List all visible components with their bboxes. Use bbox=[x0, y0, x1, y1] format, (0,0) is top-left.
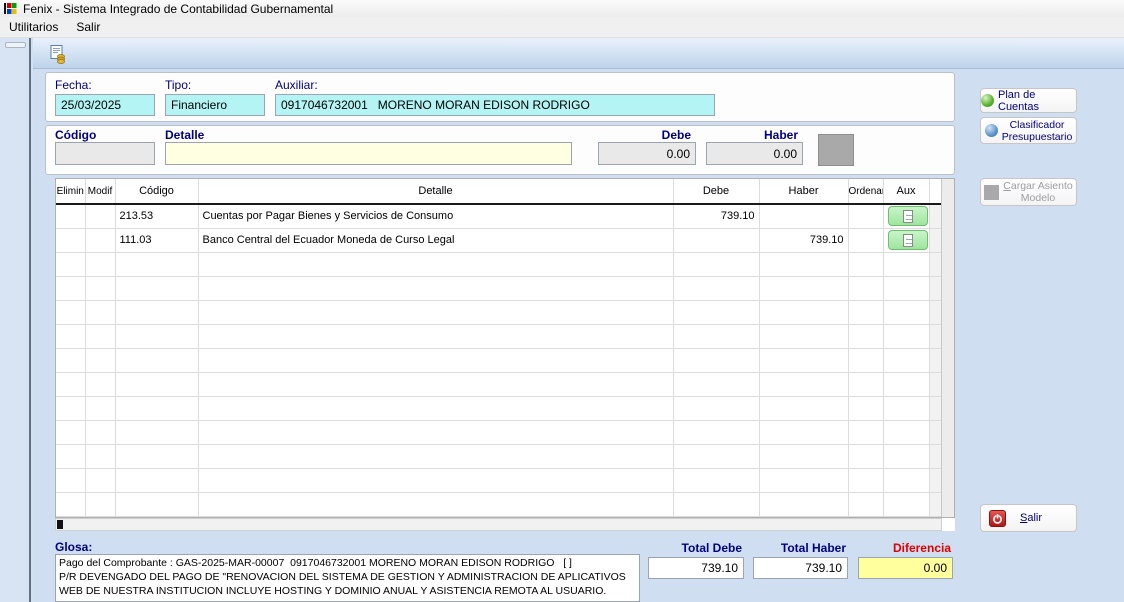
entries-table: EliminModifCódigoDetalleDebeHaberOrdenar… bbox=[56, 179, 943, 517]
column-header-5: Haber bbox=[759, 179, 848, 204]
empty-row[interactable] bbox=[56, 276, 942, 300]
detalle-input[interactable] bbox=[165, 142, 572, 165]
blue-sphere-icon bbox=[985, 124, 998, 137]
codigo-label: Código bbox=[55, 128, 96, 142]
glosa-label: Glosa: bbox=[55, 540, 92, 554]
menu-utilitarios[interactable]: Utilitarios bbox=[0, 18, 67, 36]
total-debe-label: Total Debe bbox=[648, 541, 742, 555]
haber-label: Haber bbox=[706, 128, 803, 142]
debe-input[interactable] bbox=[598, 142, 696, 165]
cargar-asiento-modelo-button[interactable]: Cargar Asiento Modelo bbox=[980, 178, 1077, 206]
horizontal-scrollbar[interactable] bbox=[55, 518, 942, 531]
diferencia-label: Diferencia bbox=[858, 541, 951, 555]
aux-button[interactable] bbox=[888, 206, 928, 226]
codigo-input[interactable] bbox=[55, 142, 155, 165]
gray-square-icon bbox=[984, 185, 999, 200]
salir-button[interactable]: Salir bbox=[980, 504, 1077, 532]
empty-row[interactable] bbox=[56, 324, 942, 348]
auxiliar-label: Auxiliar: bbox=[275, 78, 318, 92]
document-coins-icon bbox=[48, 44, 68, 64]
fecha-input[interactable] bbox=[55, 94, 155, 116]
empty-row[interactable] bbox=[56, 444, 942, 468]
clasificador-label-line2: Presupuestario bbox=[1002, 131, 1073, 143]
left-panel-strip bbox=[0, 38, 31, 602]
toolbar bbox=[33, 38, 1124, 69]
empty-row[interactable] bbox=[56, 468, 942, 492]
diferencia-input bbox=[858, 557, 953, 579]
total-haber-input bbox=[753, 557, 848, 579]
table-header-row: EliminModifCódigoDetalleDebeHaberOrdenar… bbox=[56, 179, 942, 204]
column-header-4: Debe bbox=[673, 179, 759, 204]
clasificador-presupuestario-button[interactable]: Clasificador Presupuestario bbox=[980, 117, 1077, 144]
column-header-0: Elimin bbox=[56, 179, 85, 204]
plan-de-cuentas-label: Plan de Cuentas bbox=[998, 89, 1076, 113]
fecha-label: Fecha: bbox=[55, 78, 92, 92]
column-header-6: Ordenar bbox=[848, 179, 883, 204]
window-title: Fenix - Sistema Integrado de Contabilida… bbox=[23, 2, 333, 16]
cargar-asiento-label-line2: Modelo bbox=[1021, 192, 1055, 204]
cargar-asiento-label-line1: Cargar Asiento bbox=[1003, 180, 1072, 192]
empty-row[interactable] bbox=[56, 420, 942, 444]
document-icon bbox=[903, 210, 913, 223]
empty-row[interactable] bbox=[56, 396, 942, 420]
empty-row[interactable] bbox=[56, 252, 942, 276]
panel-splitter-handle[interactable] bbox=[5, 42, 26, 48]
tipo-input[interactable] bbox=[165, 94, 265, 116]
empty-row[interactable] bbox=[56, 300, 942, 324]
column-header-3: Detalle bbox=[198, 179, 673, 204]
column-header-1: Modif bbox=[85, 179, 115, 204]
add-entry-button[interactable] bbox=[818, 134, 854, 166]
menu-bar: Utilitarios Salir bbox=[0, 17, 1124, 38]
glosa-textarea[interactable]: Pago del Comprobante : GAS-2025-MAR-0000… bbox=[55, 554, 640, 602]
entries-table-wrap: EliminModifCódigoDetalleDebeHaberOrdenar… bbox=[55, 178, 955, 518]
vertical-scrollbar[interactable] bbox=[941, 179, 954, 517]
table-body: 213.53Cuentas por Pagar Bienes y Servici… bbox=[56, 204, 942, 516]
document-icon bbox=[903, 234, 913, 247]
app-logo-icon bbox=[4, 2, 17, 15]
menu-salir[interactable]: Salir bbox=[67, 18, 109, 36]
debe-label: Debe bbox=[598, 128, 696, 142]
detalle-label: Detalle bbox=[165, 128, 204, 142]
horizontal-scrollbar-thumb[interactable] bbox=[57, 520, 63, 529]
new-voucher-button[interactable] bbox=[46, 42, 70, 66]
plan-de-cuentas-button[interactable]: Plan de Cuentas bbox=[980, 88, 1077, 113]
total-haber-label: Total Haber bbox=[753, 541, 846, 555]
app-window: Fenix - Sistema Integrado de Contabilida… bbox=[0, 0, 1124, 602]
column-header-7: Aux bbox=[883, 179, 929, 204]
aux-button[interactable] bbox=[888, 230, 928, 250]
green-sphere-icon bbox=[981, 94, 994, 107]
scrollbar-corner bbox=[942, 518, 955, 531]
entry-row[interactable]: 111.03Banco Central del Ecuador Moneda d… bbox=[56, 228, 942, 252]
empty-row[interactable] bbox=[56, 492, 942, 516]
haber-input[interactable] bbox=[706, 142, 803, 165]
empty-row[interactable] bbox=[56, 372, 942, 396]
entry-row[interactable]: 213.53Cuentas por Pagar Bienes y Servici… bbox=[56, 204, 942, 228]
salir-button-label: Salir bbox=[1020, 512, 1042, 524]
title-bar: Fenix - Sistema Integrado de Contabilida… bbox=[0, 0, 1124, 17]
power-icon bbox=[989, 510, 1006, 527]
empty-row[interactable] bbox=[56, 348, 942, 372]
tipo-label: Tipo: bbox=[165, 78, 191, 92]
total-debe-input bbox=[648, 557, 744, 579]
column-header-2: Código bbox=[115, 179, 198, 204]
auxiliar-input[interactable] bbox=[275, 94, 715, 116]
clasificador-label-line1: Clasificador bbox=[1010, 119, 1065, 131]
